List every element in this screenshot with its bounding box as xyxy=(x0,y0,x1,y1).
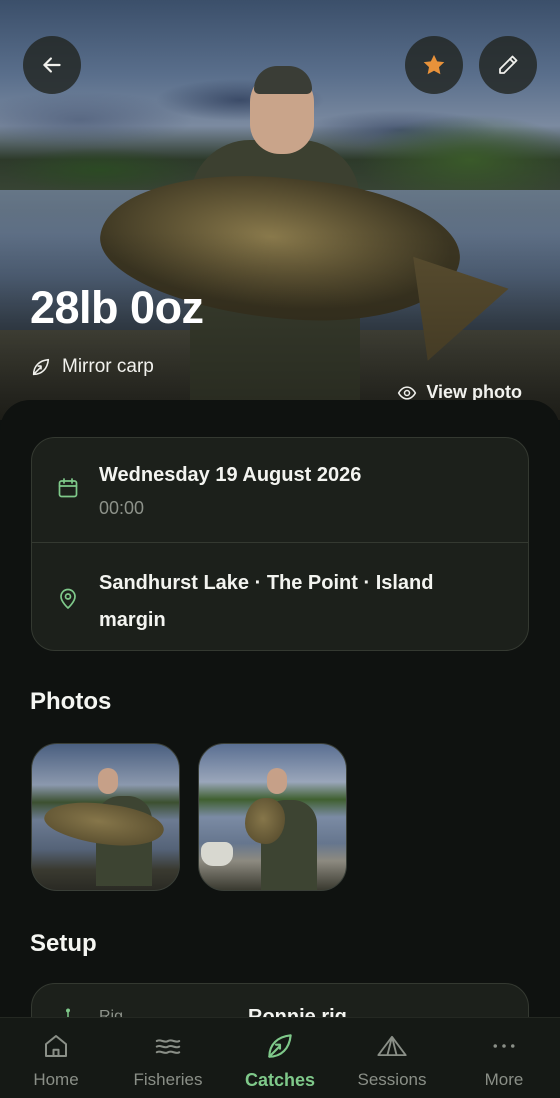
calendar-icon xyxy=(58,478,78,498)
photo-thumbnail[interactable] xyxy=(198,743,347,891)
fish-leaf-icon xyxy=(32,358,50,376)
pencil-icon xyxy=(499,55,518,74)
nav-catches-label: Catches xyxy=(244,1070,316,1090)
nav-home-label: Home xyxy=(33,1070,79,1089)
star-icon xyxy=(423,54,445,75)
setup-heading: Setup xyxy=(30,930,97,957)
nav-catches[interactable]: Catches xyxy=(224,1018,336,1098)
arrow-left-icon xyxy=(43,57,61,73)
leaf-icon xyxy=(264,1030,296,1062)
nav-sessions[interactable]: Sessions xyxy=(336,1018,448,1098)
nav-home[interactable]: Home xyxy=(0,1018,112,1098)
location-row[interactable]: Sandhurst Lake · The Point · Island marg… xyxy=(32,542,528,652)
nav-fisheries-label: Fisheries xyxy=(133,1070,203,1089)
nav-more-label: More xyxy=(484,1070,524,1089)
thumb-angler-head xyxy=(98,768,118,794)
waves-icon xyxy=(152,1030,184,1062)
location-pin-icon xyxy=(60,588,76,609)
catch-time: 00:00 xyxy=(99,498,145,518)
favorite-button[interactable] xyxy=(405,36,463,94)
back-button[interactable] xyxy=(23,36,81,94)
tent-icon xyxy=(376,1030,408,1062)
photo-thumbnail[interactable] xyxy=(31,743,180,891)
catch-details-sheet: Wednesday 19 August 2026 00:00 Sandhurst… xyxy=(0,400,560,1098)
more-dots-icon xyxy=(488,1030,520,1062)
nav-sessions-label: Sessions xyxy=(357,1070,427,1089)
nav-fisheries[interactable]: Fisheries xyxy=(112,1018,224,1098)
catch-date: Wednesday 19 August 2026 xyxy=(99,464,362,486)
thumb-angler-head xyxy=(267,768,287,794)
edit-button[interactable] xyxy=(479,36,537,94)
nav-more[interactable]: More xyxy=(448,1018,560,1098)
species-label: Mirror carp xyxy=(30,356,154,378)
catch-location: Sandhurst Lake · The Point · Island marg… xyxy=(99,572,434,631)
thumb-bucket xyxy=(201,842,233,866)
date-row: Wednesday 19 August 2026 00:00 xyxy=(32,438,528,542)
photos-heading: Photos xyxy=(30,688,112,715)
catch-weight: 28lb 0oz xyxy=(30,282,204,333)
species-text: Mirror carp xyxy=(62,356,154,377)
catch-info-card: Wednesday 19 August 2026 00:00 Sandhurst… xyxy=(31,437,529,651)
home-icon xyxy=(40,1030,72,1062)
bottom-navigation: Home Fisheries Catches Sessions More xyxy=(0,1017,560,1098)
